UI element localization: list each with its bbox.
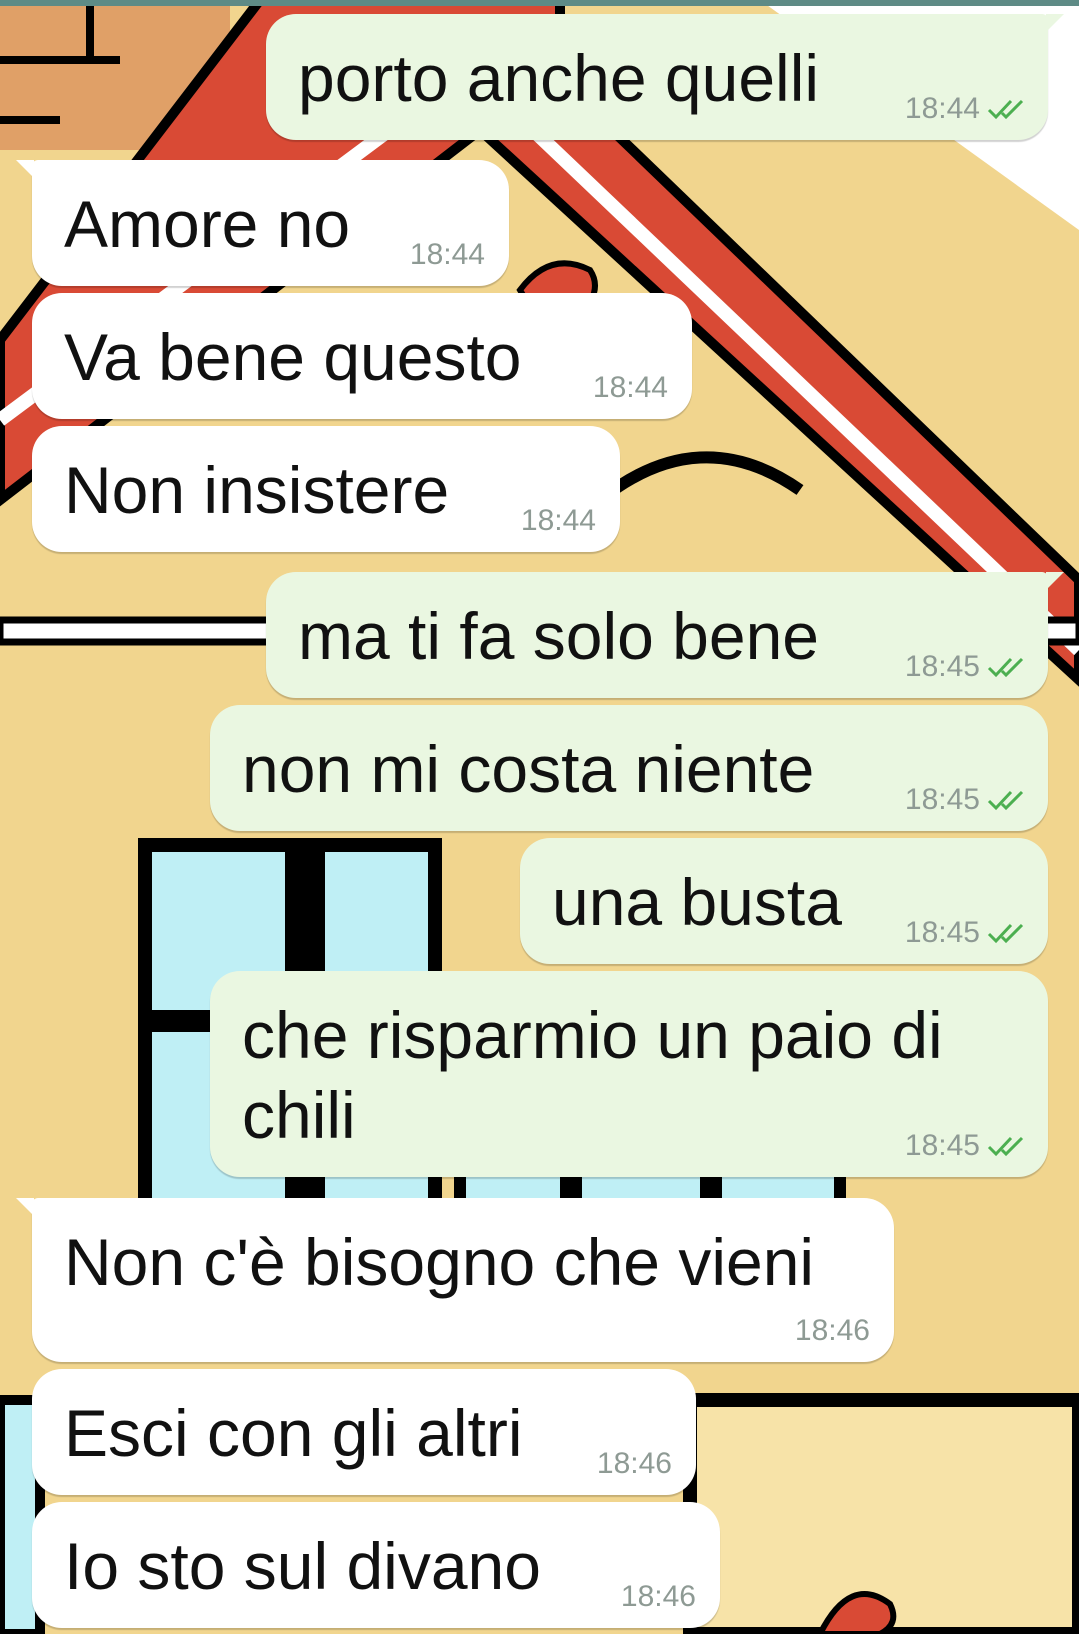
double-check-icon <box>987 790 1024 811</box>
message-time: 18:45 <box>904 916 980 949</box>
message-bubble-outgoing[interactable]: porto anche quelli 18:44 <box>266 14 1064 140</box>
message-time: 18:45 <box>904 650 980 683</box>
double-check-icon <box>987 99 1024 120</box>
message-text: che risparmio un paio di chili <box>242 998 943 1152</box>
message-text: non mi costa niente <box>242 732 815 806</box>
message-bubble-incoming[interactable]: Va bene questo 18:44 <box>32 293 692 419</box>
message-text: ma ti fa solo bene <box>298 599 819 673</box>
message-text: Io sto sul divano <box>64 1529 541 1603</box>
message-bubble-outgoing[interactable]: che risparmio un paio di chili 18:45 <box>210 971 1048 1177</box>
message-time: 18:44 <box>592 371 668 404</box>
message-bubble-outgoing[interactable]: non mi costa niente 18:45 <box>210 705 1048 831</box>
message-time: 18:44 <box>520 504 596 537</box>
message-text: Amore no <box>64 187 351 261</box>
double-check-icon <box>987 1136 1024 1157</box>
message-text: Non c'è bisogno che vieni <box>64 1225 815 1299</box>
message-time: 18:46 <box>596 1447 672 1480</box>
message-time: 18:45 <box>904 1129 980 1162</box>
double-check-icon <box>987 923 1024 944</box>
message-time: 18:44 <box>904 92 980 125</box>
message-time: 18:45 <box>904 783 980 816</box>
message-bubble-outgoing[interactable]: una busta 18:45 <box>520 838 1048 964</box>
message-text: Non insistere <box>64 453 450 527</box>
message-bubble-incoming[interactable]: Non c'è bisogno che vieni 18:46 <box>16 1198 894 1362</box>
message-bubble-incoming[interactable]: Amore no 18:44 <box>16 160 509 286</box>
double-check-icon <box>987 657 1024 678</box>
message-bubble-outgoing[interactable]: ma ti fa solo bene 18:45 <box>266 572 1064 698</box>
top-divider <box>0 0 1079 6</box>
message-time: 18:46 <box>794 1314 870 1347</box>
message-text: Esci con gli altri <box>64 1396 523 1470</box>
message-bubble-incoming[interactable]: Non insistere 18:44 <box>32 426 620 552</box>
message-bubble-incoming[interactable]: Esci con gli altri 18:46 <box>32 1369 696 1495</box>
message-time: 18:46 <box>620 1580 696 1613</box>
message-text: una busta <box>552 865 842 939</box>
message-time: 18:44 <box>409 238 485 271</box>
message-text: Va bene questo <box>64 320 522 394</box>
message-bubble-incoming[interactable]: Io sto sul divano 18:46 <box>32 1502 720 1628</box>
message-text: porto anche quelli <box>298 41 820 115</box>
